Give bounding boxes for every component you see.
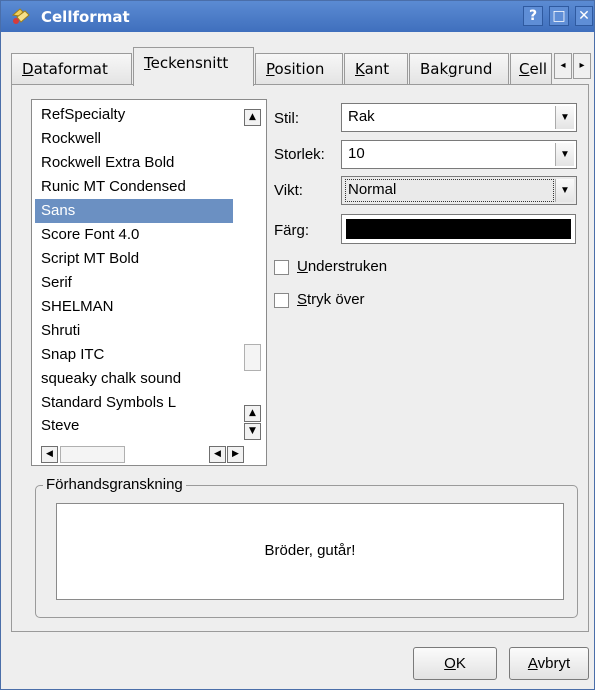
tab-label: Position	[266, 60, 325, 78]
scroll-thumb[interactable]	[60, 446, 125, 463]
weight-value: Normal	[345, 179, 554, 202]
list-item[interactable]: Script MT Bold	[41, 247, 139, 271]
list-item[interactable]: Steve	[41, 415, 79, 437]
color-swatch	[346, 219, 571, 239]
style-value: Rak	[348, 108, 375, 125]
preview-area: Bröder, gutår!	[56, 503, 564, 600]
scroll-left-icon[interactable]: ◀	[41, 446, 58, 463]
tab-bar: Dataformat Teckensnitt Position Kant Bak…	[11, 47, 591, 86]
list-item[interactable]: Runic MT Condensed	[41, 175, 186, 199]
tab-label: Cell	[519, 60, 548, 78]
scroll-thumb[interactable]	[244, 344, 261, 371]
tab-scroll-right-icon[interactable]: ▸	[573, 53, 591, 79]
style-label: Stil:	[274, 110, 300, 127]
scroll-up-icon[interactable]: ▲	[244, 405, 261, 422]
horizontal-scrollbar[interactable]: ◀ ◀ ▶	[41, 446, 263, 463]
tab-bakgrund[interactable]: Bakgrund	[409, 53, 509, 85]
list-item[interactable]: squeaky chalk sound	[41, 367, 181, 391]
help-button[interactable]: ?	[523, 6, 543, 26]
style-select[interactable]: Rak ▼	[341, 103, 577, 132]
cancel-button[interactable]: Avbryt	[509, 647, 589, 680]
preview-title: Förhandsgranskning	[43, 476, 186, 493]
size-label: Storlek:	[274, 146, 325, 163]
scroll-up-icon[interactable]: ▲	[244, 109, 261, 126]
color-picker-button[interactable]	[341, 214, 576, 244]
list-item[interactable]: Serif	[41, 271, 72, 295]
cellformat-dialog: Cellformat ? □ ✕ Dataformat Teckensnitt …	[0, 0, 595, 690]
list-item[interactable]: Standard Symbols L	[41, 391, 176, 415]
color-label: Färg:	[274, 222, 310, 239]
chevron-down-icon[interactable]: ▼	[555, 143, 574, 166]
weight-label: Vikt:	[274, 182, 303, 199]
vertical-scrollbar[interactable]: ▲ ▲ ▼	[243, 105, 263, 443]
strikeout-label[interactable]: Stryk över	[297, 291, 365, 308]
tab-dataformat[interactable]: Dataformat	[11, 53, 132, 85]
scroll-right-icon[interactable]: ▶	[227, 446, 244, 463]
chevron-down-icon[interactable]: ▼	[555, 179, 574, 202]
list-item[interactable]: Score Font 4.0	[41, 223, 139, 247]
font-list[interactable]: RefSpecialty Rockwell Rockwell Extra Bol…	[31, 99, 267, 466]
maximize-button[interactable]: □	[549, 6, 569, 26]
list-item[interactable]: Rockwell Extra Bold	[41, 151, 174, 175]
size-combobox[interactable]: 10 ▼	[341, 140, 577, 169]
list-item[interactable]: Rockwell	[41, 127, 101, 151]
weight-select[interactable]: Normal ▼	[341, 176, 577, 205]
scroll-down-icon[interactable]: ▼	[244, 423, 261, 440]
underline-checkbox[interactable]	[274, 260, 289, 275]
tab-kant[interactable]: Kant	[344, 53, 408, 85]
list-item[interactable]: Snap ITC	[41, 343, 104, 367]
tab-label: Teckensnitt	[144, 54, 229, 72]
tab-teckensnitt[interactable]: Teckensnitt	[133, 47, 254, 86]
list-item[interactable]: RefSpecialty	[41, 103, 125, 127]
preview-text: Bröder, gutår!	[264, 542, 356, 559]
tab-label: Dataformat	[22, 60, 108, 78]
strikeout-checkbox[interactable]	[274, 293, 289, 308]
close-button[interactable]: ✕	[575, 6, 593, 26]
ok-button[interactable]: OK	[413, 647, 497, 680]
tab-label: Bakgrund	[420, 60, 493, 78]
title-bar[interactable]: Cellformat ? □ ✕	[1, 1, 594, 32]
scroll-left-icon[interactable]: ◀	[209, 446, 226, 463]
tab-position[interactable]: Position	[255, 53, 343, 85]
list-item[interactable]: SHELMAN	[41, 295, 114, 319]
tab-cell[interactable]: Cell	[510, 53, 552, 85]
size-value: 10	[348, 145, 365, 162]
underline-label[interactable]: Understruken	[297, 258, 387, 275]
app-icon	[11, 8, 30, 24]
list-item-selected[interactable]: Sans	[35, 199, 233, 223]
chevron-down-icon[interactable]: ▼	[555, 106, 574, 129]
tab-label: Kant	[355, 60, 390, 78]
window-title: Cellformat	[41, 8, 130, 26]
tab-scroll-left-icon[interactable]: ◂	[554, 53, 572, 79]
list-item[interactable]: Shruti	[41, 319, 80, 343]
